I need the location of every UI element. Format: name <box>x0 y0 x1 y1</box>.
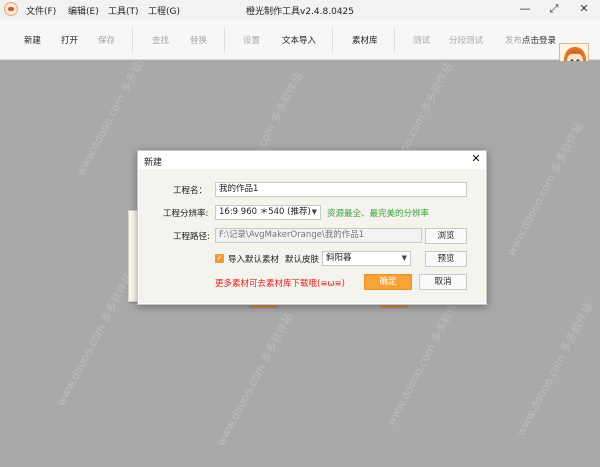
watermark: www.ddooo.com 多多软件站 <box>384 290 466 429</box>
window-title: 橙光制作工具v2.4.8.0425 <box>246 7 354 17</box>
watermark: www.ddooo.com 多多软件站 <box>514 300 596 439</box>
save-button[interactable]: 保存 <box>98 34 115 46</box>
ok-button[interactable]: 确定 <box>364 274 412 290</box>
new-project-dialog: 新建 ✕ 工程名： 我的作品1 工程分辨率: 16:9 960 ＊540 (推荐… <box>137 150 487 305</box>
default-skin-value: 斜阳暮 <box>326 253 352 263</box>
open-button[interactable]: 打开 <box>61 34 78 46</box>
watermark: www.ddooo.com 多多软件站 <box>54 270 136 409</box>
dialog-close-icon[interactable]: ✕ <box>470 153 482 165</box>
chevron-down-icon: ▼ <box>311 208 317 216</box>
browse-button[interactable]: 浏览 <box>425 228 467 244</box>
replace-button[interactable]: 替换 <box>190 34 207 46</box>
project-name-label: 工程名： <box>173 186 208 196</box>
toolbar-separator <box>332 28 333 52</box>
minimize-icon[interactable]: — <box>517 2 533 16</box>
login-label[interactable]: 点击登录 <box>522 36 556 46</box>
chevron-down-icon: ▼ <box>401 254 407 262</box>
resolution-hint: 资源最全、最完美的分辨率 <box>327 209 430 219</box>
cancel-button[interactable]: 取消 <box>419 274 467 290</box>
settings-button[interactable]: 设置 <box>243 34 260 46</box>
watermark: www.ddooo.com 多多软件站 <box>504 120 586 259</box>
menu-bar: 文件(F) 编辑(E) 工具(T) 工程(G) 橙光制作工具v2.4.8.042… <box>0 0 600 20</box>
dialog-title: 新建 <box>144 158 163 168</box>
dialog-body: 工程名： 我的作品1 工程分辨率: 16:9 960 ＊540 (推荐) ▼ 资… <box>139 169 485 303</box>
import-default-assets-label: 导入默认素材 <box>228 255 280 265</box>
project-name-input[interactable]: 我的作品1 <box>215 182 467 197</box>
default-skin-select[interactable]: 斜阳暮 ▼ <box>322 251 411 266</box>
asset-library-button[interactable]: 素材库 <box>352 34 378 46</box>
project-path-label: 工程路径: <box>173 232 210 242</box>
test-button[interactable]: 测试 <box>413 34 430 46</box>
segment-test-button[interactable]: 分段测试 <box>449 34 483 46</box>
toolbar-separator <box>394 28 395 52</box>
maximize-icon[interactable]: ⤢ <box>546 2 562 16</box>
default-skin-label: 默认皮肤 <box>285 255 320 265</box>
more-assets-note: 更多素材可去素材库下载哦(≡ω≡) <box>215 279 345 289</box>
watermark: www.ddooo.com 多多软件站 <box>214 310 296 449</box>
resolution-select[interactable]: 16:9 960 ＊540 (推荐) ▼ <box>215 205 321 220</box>
find-button[interactable]: 查找 <box>152 34 169 46</box>
preview-button[interactable]: 预览 <box>425 251 467 267</box>
project-path-input[interactable]: F:\记录\AvgMakerOrange\我的作品1 <box>215 228 422 243</box>
text-import-button[interactable]: 文本导入 <box>282 34 316 46</box>
close-icon[interactable]: ✕ <box>576 2 592 16</box>
import-default-assets-checkbox[interactable]: ✓ <box>215 254 224 263</box>
toolbar-separator <box>132 28 133 52</box>
publish-button[interactable]: 发布 <box>505 36 522 46</box>
resolution-label: 工程分辨率: <box>163 209 209 219</box>
resolution-value: 16:9 960 ＊540 (推荐) <box>219 207 311 217</box>
login-link[interactable]: 发布点击登录 <box>505 34 556 46</box>
toolbar: 新建 打开 保存 查找 替换 设置 文本导入 素材库 测试 分段测试 发布点击登… <box>0 20 600 77</box>
new-button[interactable]: 新建 <box>24 34 41 46</box>
toolbar-separator <box>224 28 225 52</box>
